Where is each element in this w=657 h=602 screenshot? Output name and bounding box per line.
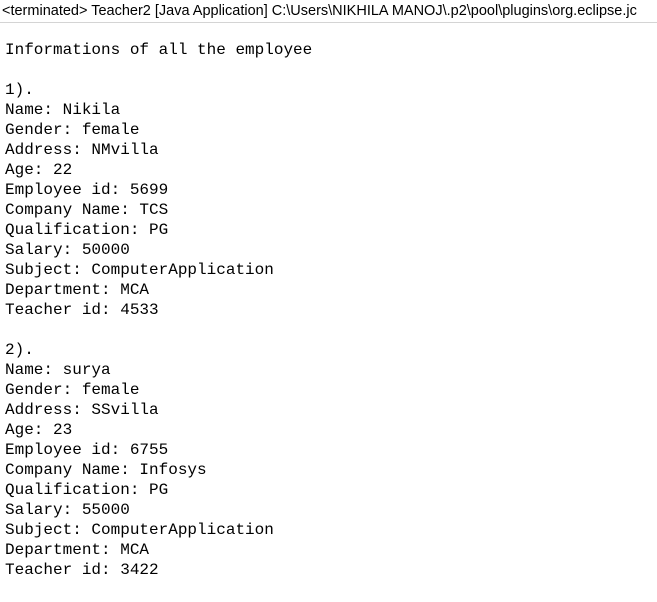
record-teacher-id: Teacher id: 4533 bbox=[5, 301, 159, 319]
console-view: <terminated> Teacher2 [Java Application]… bbox=[0, 0, 657, 602]
record-age: Age: 23 bbox=[5, 421, 73, 439]
record-company: Company Name: Infosys bbox=[5, 461, 207, 479]
record-subject: Subject: ComputerApplication bbox=[5, 521, 274, 539]
record-name: Name: Nikila bbox=[5, 101, 121, 119]
record-index: 2). bbox=[5, 341, 34, 359]
record-gender: Gender: female bbox=[5, 121, 140, 139]
record-name: Name: surya bbox=[5, 361, 111, 379]
record-employee-id: Employee id: 5699 bbox=[5, 181, 169, 199]
record-address: Address: NMvilla bbox=[5, 141, 159, 159]
console-header: <terminated> Teacher2 [Java Application]… bbox=[0, 0, 657, 23]
record-age: Age: 22 bbox=[5, 161, 73, 179]
record-subject: Subject: ComputerApplication bbox=[5, 261, 274, 279]
record-department: Department: MCA bbox=[5, 281, 150, 299]
record-teacher-id: Teacher id: 3422 bbox=[5, 561, 159, 579]
record-gender: Gender: female bbox=[5, 381, 140, 399]
record-department: Department: MCA bbox=[5, 541, 150, 559]
employee-record: 1). Name: Nikila Gender: female Address:… bbox=[5, 80, 312, 320]
output-title-line: Informations of all the employee bbox=[5, 41, 313, 59]
record-employee-id: Employee id: 6755 bbox=[5, 441, 169, 459]
employee-record: 2). Name: surya Gender: female Address: … bbox=[5, 340, 312, 580]
console-output[interactable]: Informations of all the employee 1). Nam… bbox=[5, 40, 312, 580]
record-company: Company Name: TCS bbox=[5, 201, 169, 219]
record-qualification: Qualification: PG bbox=[5, 481, 169, 499]
record-address: Address: SSvilla bbox=[5, 401, 159, 419]
record-salary: Salary: 55000 bbox=[5, 501, 130, 519]
record-qualification: Qualification: PG bbox=[5, 221, 169, 239]
record-salary: Salary: 50000 bbox=[5, 241, 130, 259]
record-index: 1). bbox=[5, 81, 34, 99]
